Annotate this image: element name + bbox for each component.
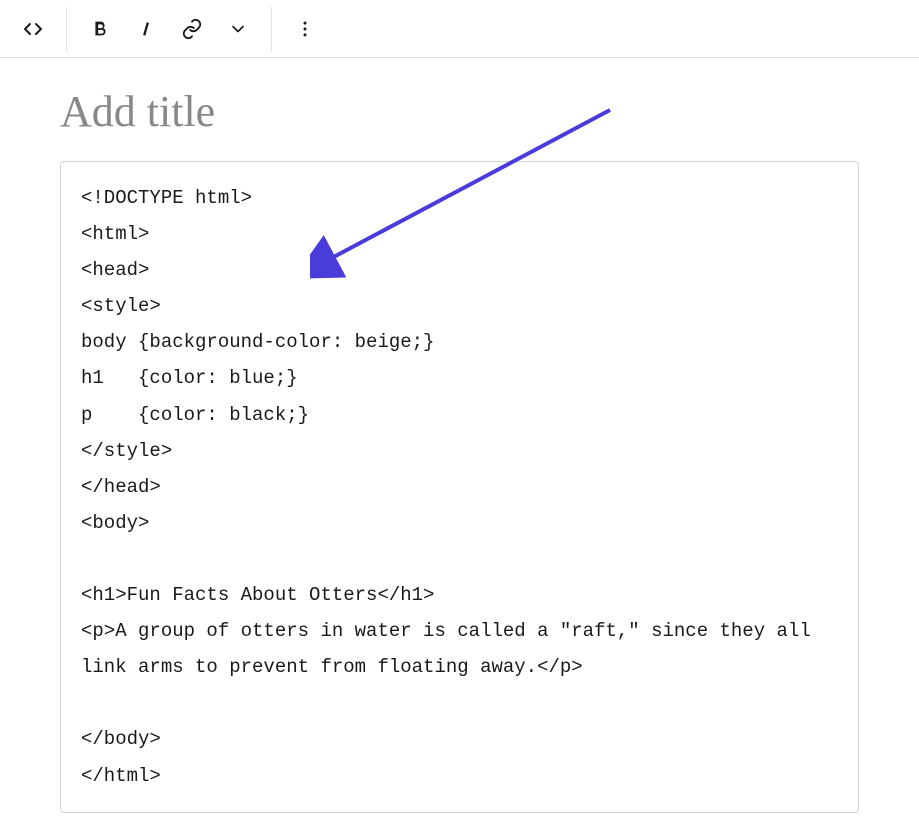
link-icon [181,18,203,40]
code-block[interactable]: <!DOCTYPE html> <html> <head> <style> bo… [60,161,859,813]
code-content[interactable]: <!DOCTYPE html> <html> <head> <style> bo… [81,180,838,794]
toolbar-divider [66,7,67,51]
editor-content: <!DOCTYPE html> <html> <head> <style> bo… [0,58,919,833]
italic-button[interactable] [125,8,167,50]
more-options-button[interactable] [284,8,326,50]
toolbar-divider [271,7,272,51]
link-button[interactable] [171,8,213,50]
post-title-input[interactable] [60,78,859,161]
italic-icon [135,18,157,40]
bold-button[interactable] [79,8,121,50]
more-rich-text-button[interactable] [217,8,259,50]
bold-icon [89,18,111,40]
more-vertical-icon [295,19,315,39]
chevron-down-icon [228,19,248,39]
block-toolbar [0,0,919,58]
code-block-type-button[interactable] [12,8,54,50]
code-icon [21,17,45,41]
